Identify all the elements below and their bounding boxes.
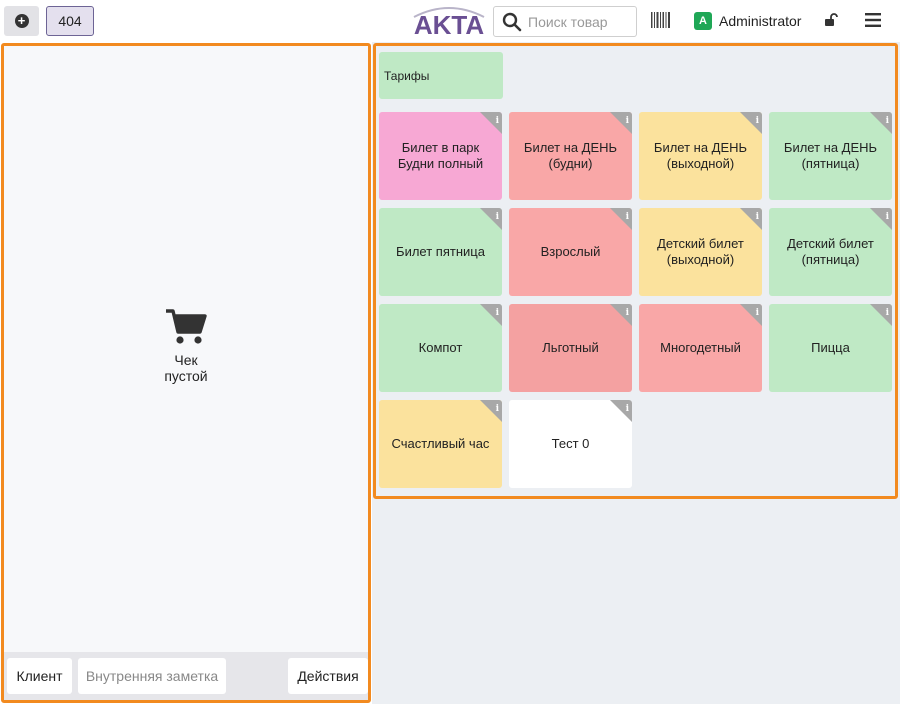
product-tile[interactable]: Льготный i [509,304,632,392]
info-icon[interactable]: i [496,113,499,129]
info-icon[interactable]: i [626,401,629,417]
actions-button[interactable]: Действия [288,658,368,694]
info-icon[interactable]: i [756,305,759,321]
product-tile-label: Пицца [811,340,850,355]
info-icon[interactable]: i [626,209,629,225]
avatar: A [694,12,712,30]
cart-panel: Чек пустой Клиент Внутренняя заметка Дей… [1,43,371,703]
product-tile-label: Билет на ДЕНЬ (пятница) [783,140,878,171]
info-icon[interactable]: i [496,209,499,225]
cart-footer: Клиент Внутренняя заметка Действия [4,652,368,700]
info-icon[interactable]: i [886,113,889,129]
info-icon[interactable]: i [886,209,889,225]
logo-text: AKTA [414,10,485,37]
user-name: Administrator [719,13,802,29]
category-tariffs-button[interactable]: Тарифы [379,52,503,99]
order-number-button[interactable]: 404 [46,6,94,36]
product-tile[interactable]: Пицца i [769,304,892,392]
empty-cart-message: Чек пустой [4,308,368,384]
barcode-icon[interactable] [651,12,671,28]
search-icon [502,12,522,31]
product-tile-label: Льготный [542,340,599,355]
hamburger-icon[interactable] [865,13,881,27]
info-icon[interactable]: i [756,209,759,225]
unlock-icon[interactable] [824,13,838,27]
product-tile-label: Счастливый час [391,436,490,451]
akta-logo: AKTA [413,7,485,37]
product-tile-label: Детский билет (пятница) [787,236,874,267]
product-tile[interactable]: Детский билет (пятница) i [769,208,892,296]
new-order-button[interactable]: + [4,6,39,36]
product-tile[interactable]: Детский билет (выходной) i [639,208,762,296]
product-tile-label: Билет пятница [396,244,485,259]
product-tile-label: Взрослый [540,244,601,259]
product-tile-label: Детский билет (выходной) [657,236,744,267]
product-tile[interactable]: Взрослый i [509,208,632,296]
info-icon[interactable]: i [626,305,629,321]
product-tile-label: Многодетный [660,340,741,355]
product-tile[interactable]: Счастливый час i [379,400,502,488]
product-tile[interactable]: Тест 0 i [509,400,632,488]
info-icon[interactable]: i [626,113,629,129]
top-bar: + 404 AKTA A Administrator [0,0,900,42]
user-menu[interactable]: A Administrator [694,11,801,31]
product-grid-panel: Тарифы Билет в парк Будни полный i Билет н… [373,43,898,499]
info-icon[interactable]: i [756,113,759,129]
empty-cart-line-1: Чек [174,352,198,368]
internal-note-button[interactable]: Внутренняя заметка [78,658,226,694]
product-tile[interactable]: Билет на ДЕНЬ (будни) i [509,112,632,200]
product-tile-label: Компот [418,340,463,355]
product-tile-label: Билет в парк Будни полный [397,140,484,171]
client-button[interactable]: Клиент [7,658,72,694]
product-tile-label: Тест 0 [551,436,590,451]
info-icon[interactable]: i [496,401,499,417]
product-tile[interactable]: Билет на ДЕНЬ (пятница) i [769,112,892,200]
product-tile-label: Билет на ДЕНЬ (выходной) [653,140,748,171]
plus-circle-icon: + [14,14,29,28]
product-tile[interactable]: Компот i [379,304,502,392]
product-tile[interactable]: Билет пятница i [379,208,502,296]
shopping-cart-icon [166,309,207,344]
info-icon[interactable]: i [496,305,499,321]
search-box[interactable] [493,6,637,37]
product-tile-label: Билет на ДЕНЬ (будни) [523,140,618,171]
product-tile[interactable]: Многодетный i [639,304,762,392]
product-tile[interactable]: Билет в парк Будни полный i [379,112,502,200]
search-input[interactable] [528,13,628,30]
product-tile[interactable]: Билет на ДЕНЬ (выходной) i [639,112,762,200]
empty-cart-line-2: пустой [164,368,208,384]
info-icon[interactable]: i [886,305,889,321]
